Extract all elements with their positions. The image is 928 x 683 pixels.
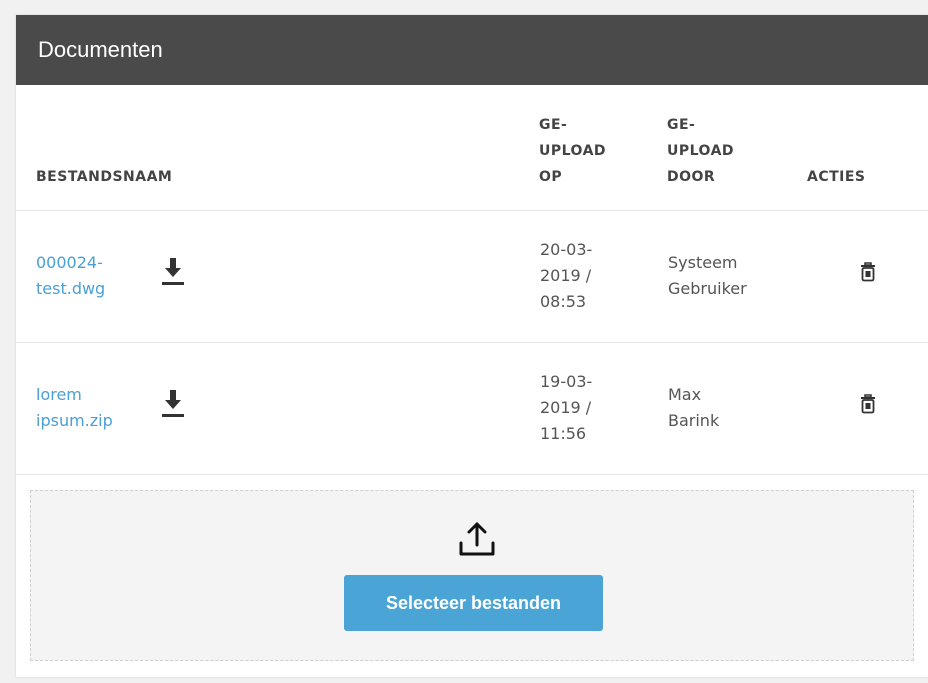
actions-cell: [807, 342, 928, 475]
download-icon[interactable]: [162, 389, 184, 427]
select-files-button[interactable]: Selecteer bestanden: [344, 575, 603, 631]
header-spacer: [159, 85, 539, 211]
uploader-cell: Max Barink: [667, 342, 807, 475]
file-name-cell: lorem ipsum.zip: [16, 342, 159, 475]
documents-panel: Documenten BESTANDSNAAM GE- UPLOAD OP GE…: [16, 15, 928, 677]
trash-icon[interactable]: [860, 394, 876, 422]
table-header-row: BESTANDSNAAM GE- UPLOAD OP GE- UPLOAD DO…: [16, 85, 928, 211]
header-filename[interactable]: BESTANDSNAAM: [16, 85, 172, 211]
actions-cell: [807, 210, 928, 343]
documents-table: BESTANDSNAAM GE- UPLOAD OP GE- UPLOAD DO…: [16, 85, 928, 475]
file-link[interactable]: lorem ipsum.zip: [36, 382, 146, 434]
header-uploaded-on[interactable]: GE- UPLOAD OP: [539, 85, 667, 211]
file-link[interactable]: 000024- test.dwg: [36, 250, 146, 302]
uploader-cell: Systeem Gebruiker: [667, 210, 807, 343]
header-actions: ACTIES: [807, 85, 928, 211]
panel-title: Documenten: [38, 37, 163, 62]
panel-header: Documenten: [16, 15, 928, 85]
trash-icon[interactable]: [860, 262, 876, 290]
table-row: lorem ipsum.zip 19-03- 2019 / 11:56 Max …: [16, 342, 928, 475]
upload-icon: [457, 519, 497, 563]
header-uploaded-by[interactable]: GE- UPLOAD DOOR: [667, 85, 807, 211]
upload-date-cell: 19-03- 2019 / 11:56: [539, 342, 667, 475]
upload-date-cell: 20-03- 2019 / 08:53: [539, 210, 667, 343]
table-row: 000024- test.dwg 20-03- 2019 / 08:53 Sys…: [16, 210, 928, 343]
upload-dropzone[interactable]: Selecteer bestanden: [30, 490, 914, 661]
download-cell: [159, 342, 539, 475]
file-name-cell: 000024- test.dwg: [16, 210, 159, 343]
download-icon[interactable]: [162, 257, 184, 295]
download-cell: [159, 210, 539, 343]
